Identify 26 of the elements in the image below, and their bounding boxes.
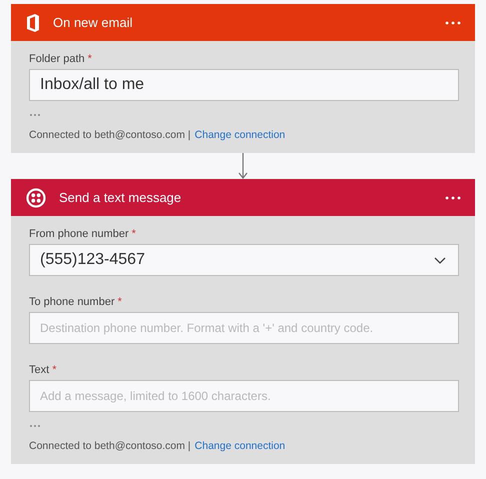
field-label: From phone number [29,228,129,240]
card-title: Send a text message [59,190,182,205]
dropdown-field[interactable]: (555)123-4567 [29,244,459,276]
input-field[interactable]: Inbox/all to me [29,69,459,101]
required-mark: * [118,296,122,308]
input-field[interactable]: Add a message, limited to 1600 characters. [29,380,459,412]
change-connection-link[interactable]: Change connection [194,440,286,452]
office-icon [26,14,40,32]
connector-arrow [238,153,248,179]
chevron-down-icon [434,256,446,264]
more-icon[interactable] [445,20,461,24]
more-icon[interactable] [29,113,41,117]
field-label: Folder path [29,53,85,65]
card-title: On new email [53,15,134,30]
change-connection-link[interactable]: Change connection [194,129,286,141]
four-dot-circle-icon [26,188,46,208]
required-mark: * [132,228,136,240]
field-label: To phone number [29,296,115,308]
more-icon[interactable] [29,424,41,428]
input-field[interactable]: Destination phone number. Format with a '+' and country code. [29,312,459,344]
field-label: Text [29,364,50,376]
required-mark: * [52,364,56,376]
connection-text: Connected to beth@contoso.com | [29,129,191,141]
more-icon[interactable] [445,196,461,200]
connection-text: Connected to beth@contoso.com | [29,440,191,452]
required-mark: * [88,53,92,65]
